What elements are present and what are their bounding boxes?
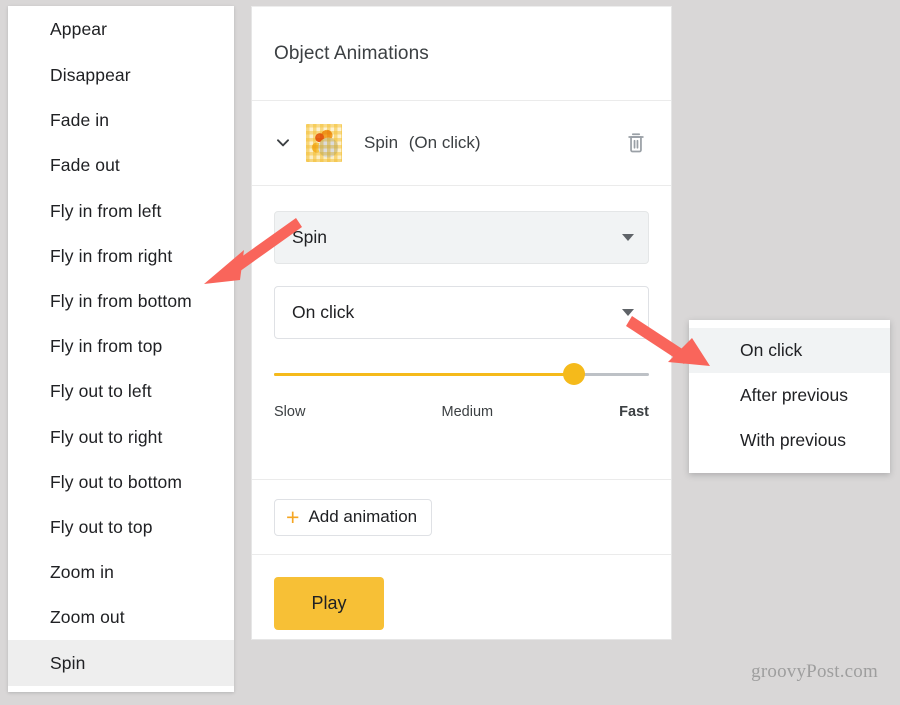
animation-type-item[interactable]: Zoom in bbox=[8, 550, 234, 595]
caret-down-icon bbox=[622, 234, 634, 241]
animation-type-item[interactable]: Fly in from right bbox=[8, 234, 234, 279]
plus-icon: + bbox=[286, 503, 300, 530]
animation-row-label: Spin (On click) bbox=[364, 133, 623, 153]
slider-label-fast: Fast bbox=[619, 404, 649, 420]
animation-type-item[interactable]: Fade in bbox=[8, 98, 234, 143]
slider-label-slow: Slow bbox=[274, 404, 306, 420]
speed-slider[interactable] bbox=[274, 363, 649, 387]
animation-type-item[interactable]: Zoom out bbox=[8, 595, 234, 640]
trigger-select[interactable]: On click bbox=[274, 286, 649, 339]
slider-fill bbox=[274, 373, 574, 376]
add-animation-label: Add animation bbox=[308, 507, 418, 526]
animation-type-item[interactable]: Spin bbox=[8, 640, 234, 686]
trigger-option-item[interactable]: On click bbox=[689, 328, 890, 373]
trash-icon[interactable] bbox=[623, 129, 649, 157]
animation-type-list[interactable]: Appear Disappear Fade in Fade out Fly in fro… bbox=[8, 6, 234, 692]
add-animation-section: + Add animation bbox=[252, 480, 671, 555]
animation-settings: Spin On click Slow Medium Fast bbox=[252, 186, 671, 480]
animation-type-item[interactable]: Fly out to right bbox=[8, 415, 234, 460]
object-animations-panel: Object Animations Spin (On click) Spin O… bbox=[251, 6, 672, 640]
animation-effect-name: Spin bbox=[364, 133, 399, 152]
animation-trigger-name: (On click) bbox=[408, 133, 481, 152]
animation-type-item[interactable]: Disappear bbox=[8, 53, 234, 98]
play-button[interactable]: Play bbox=[274, 577, 384, 630]
animation-type-item[interactable]: Fly out to left bbox=[8, 369, 234, 414]
slider-thumb[interactable] bbox=[563, 363, 585, 385]
caret-down-icon bbox=[622, 309, 634, 316]
watermark: groovyPost.com bbox=[751, 661, 878, 682]
animation-type-item[interactable]: Fly out to bottom bbox=[8, 460, 234, 505]
speed-slider-labels: Slow Medium Fast bbox=[274, 404, 649, 420]
animation-type-item[interactable]: Fly in from top bbox=[8, 324, 234, 369]
trigger-option-item[interactable]: With previous bbox=[689, 418, 890, 463]
animation-type-item[interactable]: Fly out to top bbox=[8, 505, 234, 550]
animation-type-item[interactable]: Fly in from left bbox=[8, 189, 234, 234]
trigger-options-popup[interactable]: On click After previous With previous bbox=[689, 320, 890, 473]
panel-header: Object Animations bbox=[252, 7, 671, 101]
slide-object-thumbnail bbox=[306, 124, 342, 162]
trigger-option-item[interactable]: After previous bbox=[689, 373, 890, 418]
app-root: Appear Disappear Fade in Fade out Fly in fro… bbox=[0, 0, 900, 705]
slider-label-medium: Medium bbox=[441, 404, 494, 420]
chevron-down-icon[interactable] bbox=[270, 130, 296, 156]
animation-type-item[interactable]: Fade out bbox=[8, 143, 234, 188]
effect-select-value: Spin bbox=[292, 227, 328, 247]
page-title: Object Animations bbox=[274, 42, 429, 64]
play-section: Play bbox=[252, 555, 671, 652]
effect-select[interactable]: Spin bbox=[274, 211, 649, 264]
trigger-select-value: On click bbox=[292, 302, 355, 322]
animation-type-item[interactable]: Appear bbox=[8, 6, 234, 53]
add-animation-button[interactable]: + Add animation bbox=[274, 498, 433, 536]
animation-type-item[interactable]: Fly in from bottom bbox=[8, 279, 234, 324]
animation-list-item[interactable]: Spin (On click) bbox=[252, 101, 671, 186]
